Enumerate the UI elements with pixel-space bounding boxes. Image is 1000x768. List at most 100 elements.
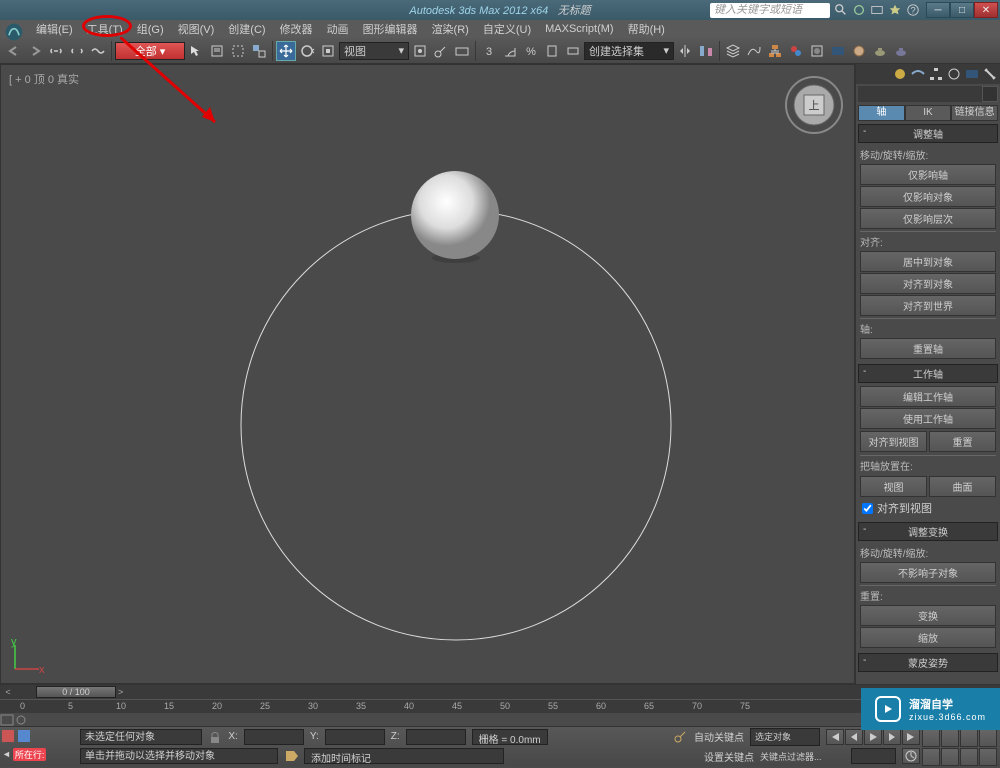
edit-named-sel-button[interactable] [563,41,583,61]
menu-rendering[interactable]: 渲染(R) [426,20,475,38]
select-move-button[interactable] [276,41,296,61]
maximize-button[interactable]: □ [950,2,974,18]
search-icon[interactable] [834,3,848,17]
affect-object-button[interactable]: 仅影响对象 [860,186,996,207]
play-button[interactable] [864,729,882,745]
named-selection-dropdown[interactable]: 创建选择集▾ [584,42,674,60]
time-slider-next[interactable]: > [118,687,123,697]
help-icon[interactable]: ? [906,3,920,17]
align-to-object-button[interactable]: 对齐到对象 [860,273,996,294]
zoom-all-button[interactable] [941,729,959,747]
angle-snap-button[interactable] [500,41,520,61]
select-manipulate-button[interactable] [431,41,451,61]
align-to-view-button[interactable]: 对齐到视图 [860,431,927,452]
schematic-view-button[interactable] [765,41,785,61]
key-filters-button[interactable]: 关键点过滤器... [760,750,845,763]
rollout-header[interactable]: 蒙皮姿势 [858,653,998,672]
reset-scale-button[interactable]: 缩放 [860,627,996,648]
reset-pivot-button[interactable]: 重置轴 [860,338,996,359]
align-view-checkbox[interactable]: 对齐到视图 [862,500,994,516]
object-color-swatch[interactable] [858,86,998,102]
place-view-button[interactable]: 视图 [860,476,927,497]
prev-frame-button[interactable] [845,729,863,745]
snap-toggle-button[interactable]: 3 [479,41,499,61]
menu-graph-editors[interactable]: 图形编辑器 [357,20,424,38]
maxscript-icon[interactable] [0,728,16,744]
search-input[interactable]: 键入关键字或短语 [710,3,830,18]
menu-animation[interactable]: 动画 [321,20,355,38]
select-object-button[interactable] [186,41,206,61]
keyboard-shortcut-button[interactable] [452,41,472,61]
link-button[interactable] [46,41,66,61]
key-filter-dropdown[interactable]: 选定对象 [750,728,820,746]
place-surface-button[interactable]: 曲面 [929,476,996,497]
menu-create[interactable]: 创建(C) [222,20,271,38]
affect-pivot-button[interactable]: 仅影响轴 [860,164,996,185]
z-coord-input[interactable] [406,729,466,745]
edit-working-pivot-button[interactable]: 编辑工作轴 [860,386,996,407]
redo-button[interactable] [25,41,45,61]
maximize-viewport-button[interactable] [979,748,997,766]
select-by-name-button[interactable] [207,41,227,61]
add-time-tag-button[interactable]: 添加时间标记 [304,748,504,764]
modify-tab-icon[interactable] [910,66,926,82]
time-slider[interactable]: < 0 / 100 > [0,685,1000,699]
teapot-icon-2[interactable] [891,41,911,61]
field-of-view-button[interactable] [922,748,940,766]
set-key-button[interactable]: 设置关键点 [704,749,754,764]
selection-filter-dropdown[interactable]: 全部 ▾ [115,42,185,60]
auto-key-button[interactable]: 自动关键点 [694,729,744,744]
minimize-button[interactable]: ─ [926,2,950,18]
goto-start-button[interactable] [826,729,844,745]
rollout-header[interactable]: 工作轴 [858,364,998,383]
time-tag-icon[interactable] [284,749,298,763]
menu-edit[interactable]: 编辑(E) [30,20,79,38]
hierarchy-tab-icon[interactable] [928,66,944,82]
zoom-button[interactable] [922,729,940,747]
render-setup-button[interactable] [807,41,827,61]
close-button[interactable]: ✕ [974,2,998,18]
render-button[interactable] [849,41,869,61]
menu-modifiers[interactable]: 修改器 [274,20,319,38]
time-ruler[interactable]: 0 5 10 15 20 25 30 35 40 45 50 55 60 65 … [0,699,1000,713]
window-crossing-button[interactable] [249,41,269,61]
next-frame-button[interactable] [883,729,901,745]
use-working-pivot-button[interactable]: 使用工作轴 [860,408,996,429]
lock-icon[interactable] [208,730,222,744]
percent-snap-button[interactable]: % [521,41,541,61]
layer-manager-button[interactable] [723,41,743,61]
reset-transform-button[interactable]: 变换 [860,605,996,626]
time-slider-prev[interactable]: < [0,687,16,697]
motion-tab-icon[interactable] [946,66,962,82]
communication-icon[interactable] [870,3,884,17]
select-rotate-button[interactable] [297,41,317,61]
rollout-header[interactable]: 调整变换 [858,522,998,541]
menu-group[interactable]: 组(G) [131,20,170,38]
rollout-header[interactable]: 调整轴 [858,124,998,143]
key-icon[interactable] [672,729,688,745]
mirror-button[interactable] [675,41,695,61]
current-frame-input[interactable] [851,748,896,764]
listener-icon[interactable] [16,728,32,744]
goto-end-button[interactable] [902,729,920,745]
undo-button[interactable] [4,41,24,61]
create-tab-icon[interactable] [892,66,908,82]
application-logo[interactable] [4,22,24,42]
display-tab-icon[interactable] [964,66,980,82]
ref-coord-dropdown[interactable]: 视图▾ [339,42,409,60]
menu-help[interactable]: 帮助(H) [622,20,671,38]
trackbar-filter-icon[interactable] [0,714,14,726]
zoom-extents-all-button[interactable] [979,729,997,747]
utilities-tab-icon[interactable] [982,66,998,82]
menu-maxscript[interactable]: MAXScript(M) [539,22,619,36]
viewport[interactable]: [ + 0 顶 0 真实 上 y x [0,64,855,684]
align-button[interactable] [696,41,716,61]
y-coord-input[interactable] [325,729,385,745]
rect-select-button[interactable] [228,41,248,61]
menu-tools[interactable]: 工具(T) [81,20,129,38]
affect-hierarchy-button[interactable]: 仅影响层次 [860,208,996,229]
favorites-icon[interactable] [888,3,902,17]
dont-affect-children-button[interactable]: 不影响子对象 [860,562,996,583]
reset-wp-button[interactable]: 重置 [929,431,996,452]
menu-views[interactable]: 视图(V) [172,20,221,38]
